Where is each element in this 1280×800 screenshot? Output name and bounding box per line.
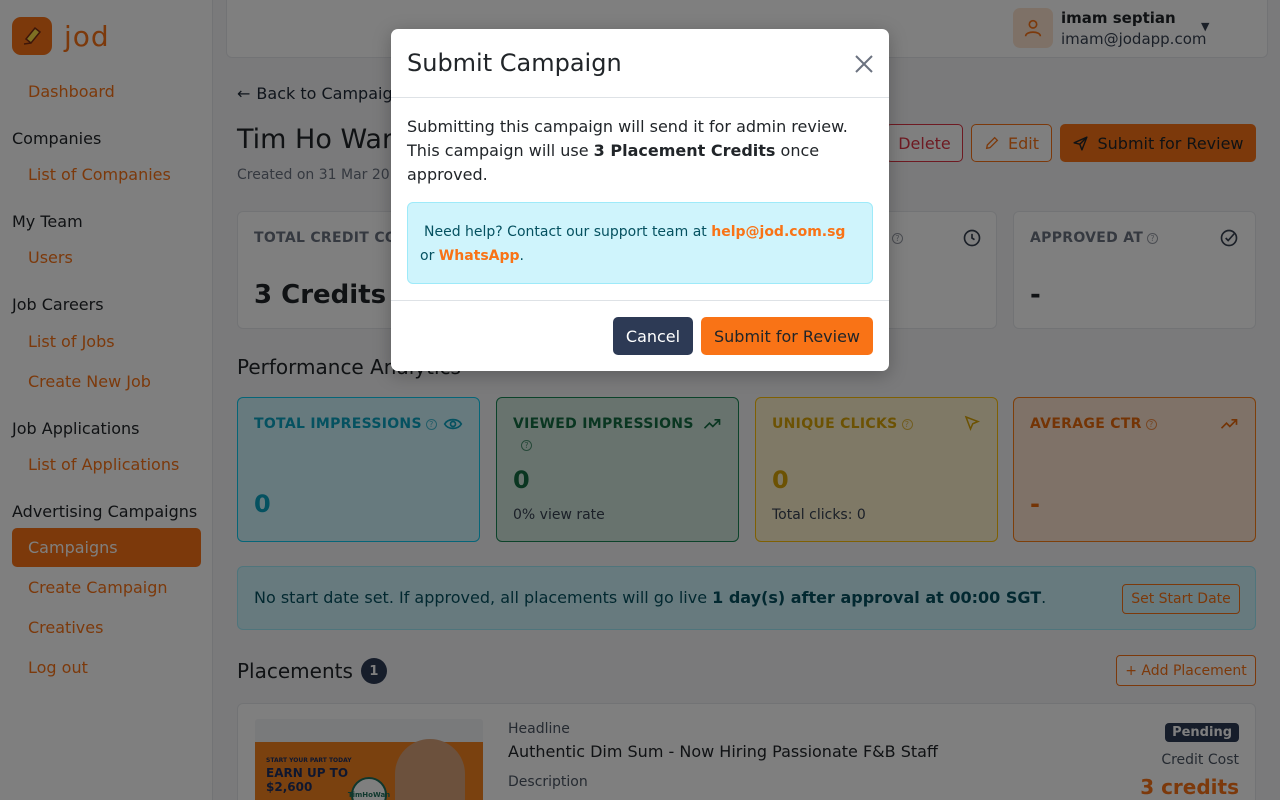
close-icon[interactable]: [853, 53, 875, 75]
modal-header: Submit Campaign: [391, 29, 889, 98]
modal-title: Submit Campaign: [407, 49, 622, 77]
support-info-box: Need help? Contact our support team at h…: [407, 202, 873, 284]
modal-body: Submitting this campaign will send it fo…: [407, 117, 848, 184]
modal-submit-button[interactable]: Submit for Review: [701, 317, 873, 355]
submit-campaign-modal: Submit Campaign Submitting this campaign…: [391, 29, 889, 371]
modal-footer: Cancel Submit for Review: [391, 300, 889, 371]
cancel-button[interactable]: Cancel: [613, 317, 693, 355]
whatsapp-link[interactable]: WhatsApp: [439, 248, 520, 264]
support-email-link[interactable]: help@jod.com.sg: [711, 224, 845, 240]
